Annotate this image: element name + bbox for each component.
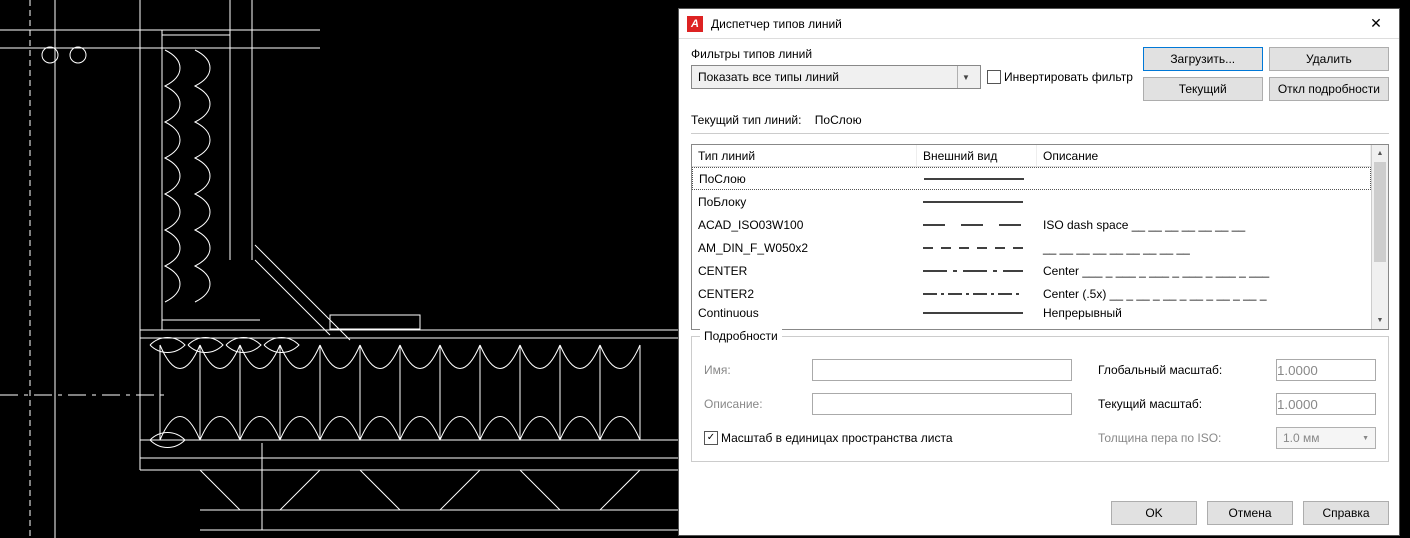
chevron-down-icon: ▼ xyxy=(957,66,974,88)
scrollbar[interactable]: ▲ ▼ xyxy=(1371,145,1388,329)
linetype-appearance xyxy=(918,174,1038,184)
table-row[interactable]: CENTER Center ___ _ ___ _ ___ _ ___ _ ___… xyxy=(692,259,1371,282)
help-button[interactable]: Справка xyxy=(1303,501,1389,525)
linetype-appearance xyxy=(917,197,1037,207)
table-row[interactable]: ПоСлою xyxy=(692,167,1371,190)
dialog-title: Диспетчер типов линий xyxy=(711,17,1353,31)
detail-desc-label: Описание: xyxy=(704,397,804,411)
current-scale-label: Текущий масштаб: xyxy=(1098,397,1268,411)
titlebar: A Диспетчер типов линий ✕ xyxy=(679,9,1399,39)
detail-desc-input[interactable] xyxy=(812,393,1072,415)
global-scale-label: Глобальный масштаб: xyxy=(1098,363,1268,377)
app-icon: A xyxy=(687,16,703,32)
col-header-name[interactable]: Тип линий xyxy=(692,145,917,166)
cancel-button[interactable]: Отмена xyxy=(1207,501,1293,525)
detail-name-input[interactable] xyxy=(812,359,1072,381)
global-scale-input[interactable] xyxy=(1276,359,1376,381)
table-row[interactable]: AM_DIN_F_W050x2 __ __ __ __ __ __ __ __ _… xyxy=(692,236,1371,259)
linetype-description: Center ___ _ ___ _ ___ _ ___ _ ___ _ ___ xyxy=(1037,264,1371,278)
detail-name-label: Имя: xyxy=(704,363,804,377)
linetype-appearance xyxy=(917,243,1037,253)
linetype-appearance xyxy=(917,289,1037,299)
linetype-description: Center (.5x) __ _ __ _ __ _ __ _ __ _ __… xyxy=(1037,287,1371,301)
linetype-name: CENTER2 xyxy=(692,287,917,301)
col-header-appearance[interactable]: Внешний вид xyxy=(917,145,1037,166)
paperspace-units-checkbox[interactable]: ✓Масштаб в единицах пространства листа xyxy=(704,431,953,446)
filters-label: Фильтры типов линий xyxy=(691,47,1135,61)
details-group: Подробности Имя: Глобальный масштаб: Опи… xyxy=(691,336,1389,462)
list-header: Тип линий Внешний вид Описание xyxy=(692,145,1371,167)
linetype-description: Непрерывный xyxy=(1037,306,1371,320)
details-legend: Подробности xyxy=(700,329,782,343)
current-scale-input[interactable] xyxy=(1276,393,1376,415)
scroll-up-icon[interactable]: ▲ xyxy=(1372,145,1388,162)
table-row[interactable]: ACAD_ISO03W100 ISO dash space __ __ __ __… xyxy=(692,213,1371,236)
linetype-appearance xyxy=(917,220,1037,230)
close-icon[interactable]: ✕ xyxy=(1353,9,1399,39)
current-button[interactable]: Текущий xyxy=(1143,77,1263,101)
linetype-manager-dialog: A Диспетчер типов линий ✕ Фильтры типов … xyxy=(678,8,1400,536)
invert-filter-label: Инвертировать фильтр xyxy=(1004,70,1133,84)
invert-filter-checkbox[interactable]: Инвертировать фильтр xyxy=(987,70,1133,85)
table-row[interactable]: CENTER2 Center (.5x) __ _ __ _ __ _ __ _ … xyxy=(692,282,1371,305)
load-button[interactable]: Загрузить... xyxy=(1143,47,1263,71)
table-row[interactable]: Continuous Непрерывный xyxy=(692,305,1371,321)
current-linetype-status: Текущий тип линий: ПоСлою xyxy=(691,113,1389,134)
details-toggle-button[interactable]: Откл подробности xyxy=(1269,77,1389,101)
linetype-appearance xyxy=(917,308,1037,318)
linetype-description: ISO dash space __ __ __ __ __ __ __ xyxy=(1037,218,1371,232)
linetype-appearance xyxy=(917,266,1037,276)
filter-selected-text: Показать все типы линий xyxy=(698,70,839,84)
col-header-description[interactable]: Описание xyxy=(1037,145,1371,166)
linetype-name: ПоБлоку xyxy=(692,195,917,209)
paperspace-units-label: Масштаб в единицах пространства листа xyxy=(721,431,953,445)
linetype-name: AM_DIN_F_W050x2 xyxy=(692,241,917,255)
linetype-name: Continuous xyxy=(692,306,917,320)
delete-button[interactable]: Удалить xyxy=(1269,47,1389,71)
scroll-down-icon[interactable]: ▼ xyxy=(1372,312,1388,329)
iso-pen-label: Толщина пера по ISO: xyxy=(1098,431,1268,445)
scroll-thumb[interactable] xyxy=(1374,162,1386,262)
ok-button[interactable]: OK xyxy=(1111,501,1197,525)
table-row[interactable]: ПоБлоку xyxy=(692,190,1371,213)
linetype-name: CENTER xyxy=(692,264,917,278)
linetype-description: __ __ __ __ __ __ __ __ __ xyxy=(1037,241,1371,255)
filter-dropdown[interactable]: Показать все типы линий ▼ xyxy=(691,65,981,89)
linetype-name: ПоСлою xyxy=(693,172,918,186)
iso-pen-select: 1.0 мм ▼ xyxy=(1276,427,1376,449)
linetype-listbox[interactable]: Тип линий Внешний вид Описание ПоСлою ПоБ… xyxy=(691,144,1389,330)
linetype-name: ACAD_ISO03W100 xyxy=(692,218,917,232)
